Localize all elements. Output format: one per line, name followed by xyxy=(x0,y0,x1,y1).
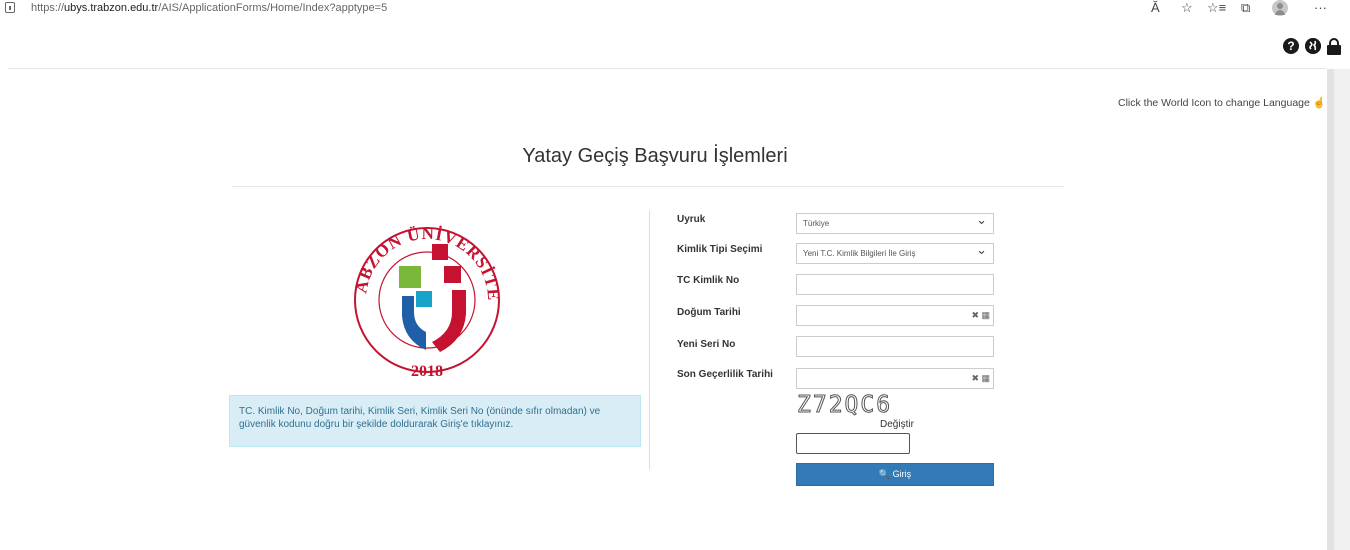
nationality-value: Türkiye xyxy=(803,219,830,228)
captcha-input[interactable] xyxy=(796,433,910,454)
info-message: TC. Kimlik No, Doğum tarihi, Kimlik Seri… xyxy=(229,395,641,447)
page-info-icon[interactable] xyxy=(5,2,15,13)
column-divider xyxy=(649,210,650,470)
more-icon[interactable]: ··· xyxy=(1314,0,1327,16)
favorite-icon[interactable]: ☆ xyxy=(1181,0,1193,16)
nationality-label: Uyruk xyxy=(677,214,706,225)
url-domain: ubys.trabzon.edu.tr xyxy=(64,2,159,14)
favorites-icon[interactable]: ☆≡ xyxy=(1207,0,1226,16)
login-button[interactable]: 🔍 Giriş xyxy=(796,463,994,486)
address-bar[interactable]: https://ubys.trabzon.edu.tr/AIS/Applicat… xyxy=(31,2,387,14)
expiry-label: Son Geçerlilik Tarihi xyxy=(677,369,773,380)
read-aloud-icon[interactable]: Ă xyxy=(1151,0,1160,16)
expiry-input[interactable]: ✖ ▦ xyxy=(796,368,994,389)
title-divider xyxy=(232,186,1064,187)
date-picker-icon[interactable]: ✖ ▦ xyxy=(971,306,990,325)
birthdate-label: Doğum Tarihi xyxy=(677,307,741,318)
world-icon[interactable] xyxy=(1305,38,1321,54)
profile-icon[interactable] xyxy=(1272,0,1288,16)
collections-icon[interactable]: ⧉ xyxy=(1241,0,1250,16)
browser-toolbar: https://ubys.trabzon.edu.tr/AIS/Applicat… xyxy=(0,0,1350,17)
birthdate-input[interactable]: ✖ ▦ xyxy=(796,305,994,326)
scrollbar[interactable] xyxy=(1327,69,1350,550)
captcha-image: Z72QC6 xyxy=(796,392,893,419)
tc-input[interactable] xyxy=(796,274,994,295)
url-prefix: https:// xyxy=(31,2,65,14)
id-type-select[interactable]: Yeni T.C. Kimlik Bilgileri İle Giriş xyxy=(796,240,994,264)
university-logo: TRABZON ÜNİVERSİTESİ 2018 xyxy=(352,208,502,380)
lock-icon[interactable] xyxy=(1327,38,1341,55)
logo-arc-text: TRABZON ÜNİVERSİTESİ xyxy=(352,208,502,302)
language-hint: Click the World Icon to change Language … xyxy=(1118,97,1326,109)
logo-year: 2018 xyxy=(411,363,443,380)
tc-label: TC Kimlik No xyxy=(677,275,740,286)
header-divider xyxy=(8,68,1326,69)
id-type-value: Yeni T.C. Kimlik Bilgileri İle Giriş xyxy=(803,249,916,258)
change-captcha-link[interactable]: Değiştir xyxy=(880,419,914,430)
page-title: Yatay Geçiş Başvuru İşlemleri xyxy=(522,145,788,167)
date-picker-icon[interactable]: ✖ ▦ xyxy=(971,369,990,388)
url-path: /AIS/ApplicationForms/Home/Index?apptype… xyxy=(158,2,388,14)
serial-input[interactable] xyxy=(796,336,994,357)
svg-text:TRABZON ÜNİVERSİTESİ: TRABZON ÜNİVERSİTESİ xyxy=(352,208,502,302)
nationality-select[interactable]: Türkiye xyxy=(796,210,994,234)
help-icon[interactable]: ? xyxy=(1283,38,1299,54)
id-type-label: Kimlik Tipi Seçimi xyxy=(677,244,763,255)
serial-label: Yeni Seri No xyxy=(677,339,736,350)
